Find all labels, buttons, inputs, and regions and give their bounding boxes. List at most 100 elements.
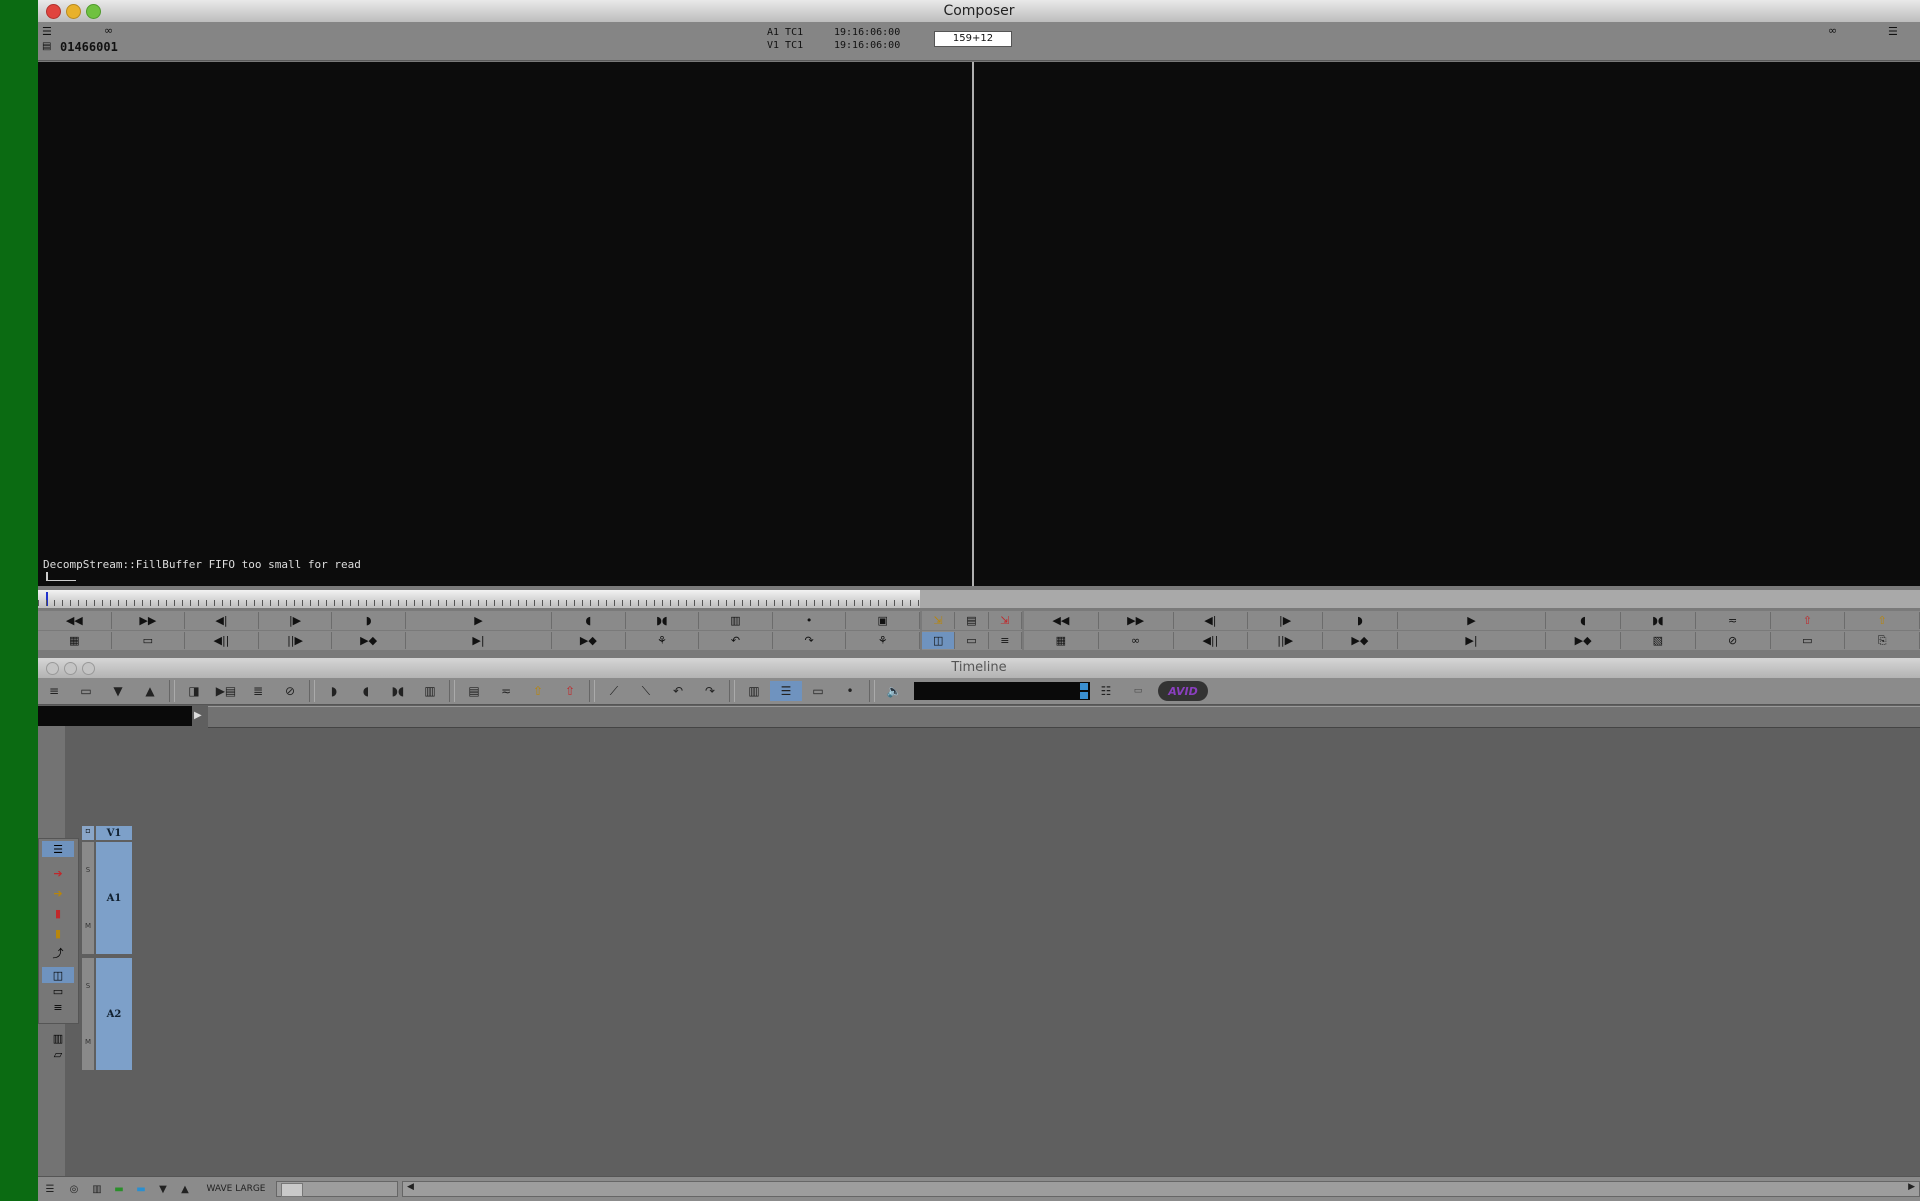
- effect-mode-icon[interactable]: ⚘: [846, 632, 920, 649]
- overwrite-icon[interactable]: ⇲: [989, 612, 1022, 629]
- timeline-close-button[interactable]: [46, 662, 59, 675]
- bottom-blue-icon[interactable]: ▬: [130, 1184, 152, 1195]
- minimize-button[interactable]: [66, 4, 81, 19]
- composer-titlebar[interactable]: Composer: [38, 0, 1920, 23]
- record-position-bar[interactable]: [920, 590, 1920, 608]
- slant-tool-icon[interactable]: ▱: [42, 1046, 74, 1062]
- source-monitor[interactable]: DecompStream::FillBuffer FIFO too small …: [38, 62, 972, 586]
- view-label[interactable]: WAVE LARGE: [196, 1184, 276, 1194]
- timeline-minimize-button[interactable]: [64, 662, 77, 675]
- no-entry-icon[interactable]: ⊘: [1696, 632, 1771, 649]
- record-trim-left-icon[interactable]: ◀||: [1174, 632, 1249, 649]
- mark-in-icon[interactable]: ◖: [552, 612, 626, 629]
- record-step-forward-icon[interactable]: |▶: [1248, 612, 1323, 629]
- lift-icon[interactable]: ⇧: [1771, 612, 1846, 629]
- clear-marks-icon[interactable]: ▥: [699, 612, 773, 629]
- trim-right-tool-icon[interactable]: ⟍: [630, 681, 662, 701]
- record-mark-out-icon[interactable]: ◗: [1323, 612, 1398, 629]
- move-right-icon[interactable]: ↷: [694, 681, 726, 701]
- meter-menu-icon[interactable]: ☷: [1090, 681, 1122, 701]
- tool-menu-icon[interactable]: ☰: [42, 841, 74, 857]
- step-back-icon[interactable]: ◀|: [185, 612, 259, 629]
- timeline-mark-out-icon[interactable]: ◗: [318, 681, 350, 701]
- link-icon-right[interactable]: ∞: [1828, 24, 1837, 37]
- composer-menu-icon-right[interactable]: ☰: [1888, 25, 1898, 38]
- record-fast-forward-icon[interactable]: ▶▶: [1099, 612, 1174, 629]
- record-trim-right-icon[interactable]: ||▶: [1248, 632, 1323, 649]
- timeline-no-entry-icon[interactable]: ⊘: [274, 681, 306, 701]
- timeline-ruler[interactable]: [208, 706, 1920, 728]
- overwrite-arrow-icon[interactable]: ➔: [42, 865, 74, 881]
- timeline-zoom-button[interactable]: [82, 662, 95, 675]
- zoom-slider-thumb[interactable]: [281, 1183, 303, 1197]
- go-to-in-icon[interactable]: ▶◆: [332, 632, 406, 649]
- record-effect-icon[interactable]: ▧: [1621, 632, 1696, 649]
- add-marker-icon[interactable]: •: [773, 612, 847, 629]
- bottom-green-icon[interactable]: ▬: [108, 1184, 130, 1195]
- step-forward-icon[interactable]: |▶: [259, 612, 333, 629]
- record-link-icon[interactable]: ∞: [1099, 632, 1174, 649]
- play-icon[interactable]: ▶: [406, 612, 553, 629]
- bottom-up-icon[interactable]: ▲: [174, 1184, 196, 1195]
- fast-forward-icon[interactable]: ▶▶: [112, 612, 186, 629]
- audio-speaker-icon[interactable]: 🔈: [878, 681, 910, 701]
- record-level-icon[interactable]: ▭: [1122, 681, 1154, 701]
- source-record-tool-icon[interactable]: ◫: [42, 967, 74, 983]
- trim-left-icon[interactable]: ◀||: [185, 632, 259, 649]
- bin-icon[interactable]: ▦: [38, 632, 112, 649]
- extract-icon[interactable]: ⇧: [1845, 612, 1920, 629]
- link-icon[interactable]: ∞: [104, 24, 113, 37]
- segment-tool-icon[interactable]: ⤴: [42, 945, 74, 961]
- track-a1[interactable]: A1: [96, 842, 132, 954]
- timeline-mark-clip-icon[interactable]: ◗◖: [382, 681, 414, 701]
- timeline-edit-icon[interactable]: ≂: [490, 681, 522, 701]
- record-go-to-mark-icon[interactable]: ▶◆: [1546, 632, 1621, 649]
- bottom-monitor-icon[interactable]: ▥: [86, 1184, 108, 1195]
- record-mark-in-icon[interactable]: ◖: [1546, 612, 1621, 629]
- frame-icon[interactable]: ▭: [112, 632, 186, 649]
- go-to-mark-icon[interactable]: ▶◆: [552, 632, 626, 649]
- settings-icon[interactable]: ≡: [989, 632, 1022, 649]
- effect-right-icon[interactable]: ↷: [773, 632, 847, 649]
- clip-name[interactable]: 01466001: [60, 40, 118, 54]
- timecode-display[interactable]: [38, 706, 192, 726]
- trim-right-icon[interactable]: ||▶: [259, 632, 333, 649]
- record-bin-icon[interactable]: ▦: [1024, 632, 1099, 649]
- mark-out-icon[interactable]: ◗: [332, 612, 406, 629]
- trim-tool-icon[interactable]: ▭: [42, 983, 74, 999]
- track-a2-mute[interactable]: M: [82, 1014, 94, 1070]
- track-a2-solo[interactable]: S: [82, 958, 94, 1014]
- splice-in-icon[interactable]: ⇲: [922, 612, 956, 629]
- settings-tool-icon[interactable]: ≡: [42, 999, 74, 1015]
- timeline-marker-icon[interactable]: •: [834, 681, 866, 701]
- tc-label-a1[interactable]: A1 TC1: [767, 27, 803, 38]
- move-left-icon[interactable]: ↶: [662, 681, 694, 701]
- horizontal-scrollbar[interactable]: ◀ ▶: [402, 1181, 1920, 1197]
- copy-icon[interactable]: ⎘: [1845, 632, 1920, 649]
- scroll-right-icon[interactable]: ▶: [1908, 1182, 1915, 1192]
- record-monitor[interactable]: [974, 62, 1920, 586]
- position-field[interactable]: 159+12: [934, 31, 1012, 47]
- record-rewind-icon[interactable]: ◀◀: [1024, 612, 1099, 629]
- trim-mode-icon[interactable]: ▭: [955, 632, 989, 649]
- timeline-titlebar[interactable]: Timeline: [38, 658, 1920, 678]
- record-play-icon[interactable]: ▶: [1398, 612, 1547, 629]
- track-a1-solo[interactable]: S: [82, 842, 94, 898]
- zoom-slider[interactable]: [276, 1181, 398, 1197]
- record-edit-icon[interactable]: ≂: [1696, 612, 1771, 629]
- record-go-to-in-icon[interactable]: ▶◆: [1323, 632, 1398, 649]
- record-track-icon[interactable]: ▶▤: [210, 681, 242, 701]
- timeline-lift-icon[interactable]: ⇧: [554, 681, 586, 701]
- bottom-dropdown-icon[interactable]: ▼: [152, 1184, 174, 1195]
- bottom-target-icon[interactable]: ◎: [62, 1184, 86, 1195]
- effect-icon[interactable]: ⚘: [626, 632, 700, 649]
- segment-mode-icon[interactable]: ▥: [738, 681, 770, 701]
- timeline-up-icon[interactable]: ▲: [134, 681, 166, 701]
- grid-tool-icon[interactable]: ▥: [42, 1030, 74, 1046]
- track-monitor-toggle[interactable]: ▫: [82, 826, 94, 840]
- match-frame-icon[interactable]: ▣: [846, 612, 920, 629]
- trim-left-tool-icon[interactable]: ⟋: [598, 681, 630, 701]
- track-a2[interactable]: A2: [96, 958, 132, 1070]
- toggle-track-icon[interactable]: ◨: [178, 681, 210, 701]
- timeline-clear-marks-icon[interactable]: ▥: [414, 681, 446, 701]
